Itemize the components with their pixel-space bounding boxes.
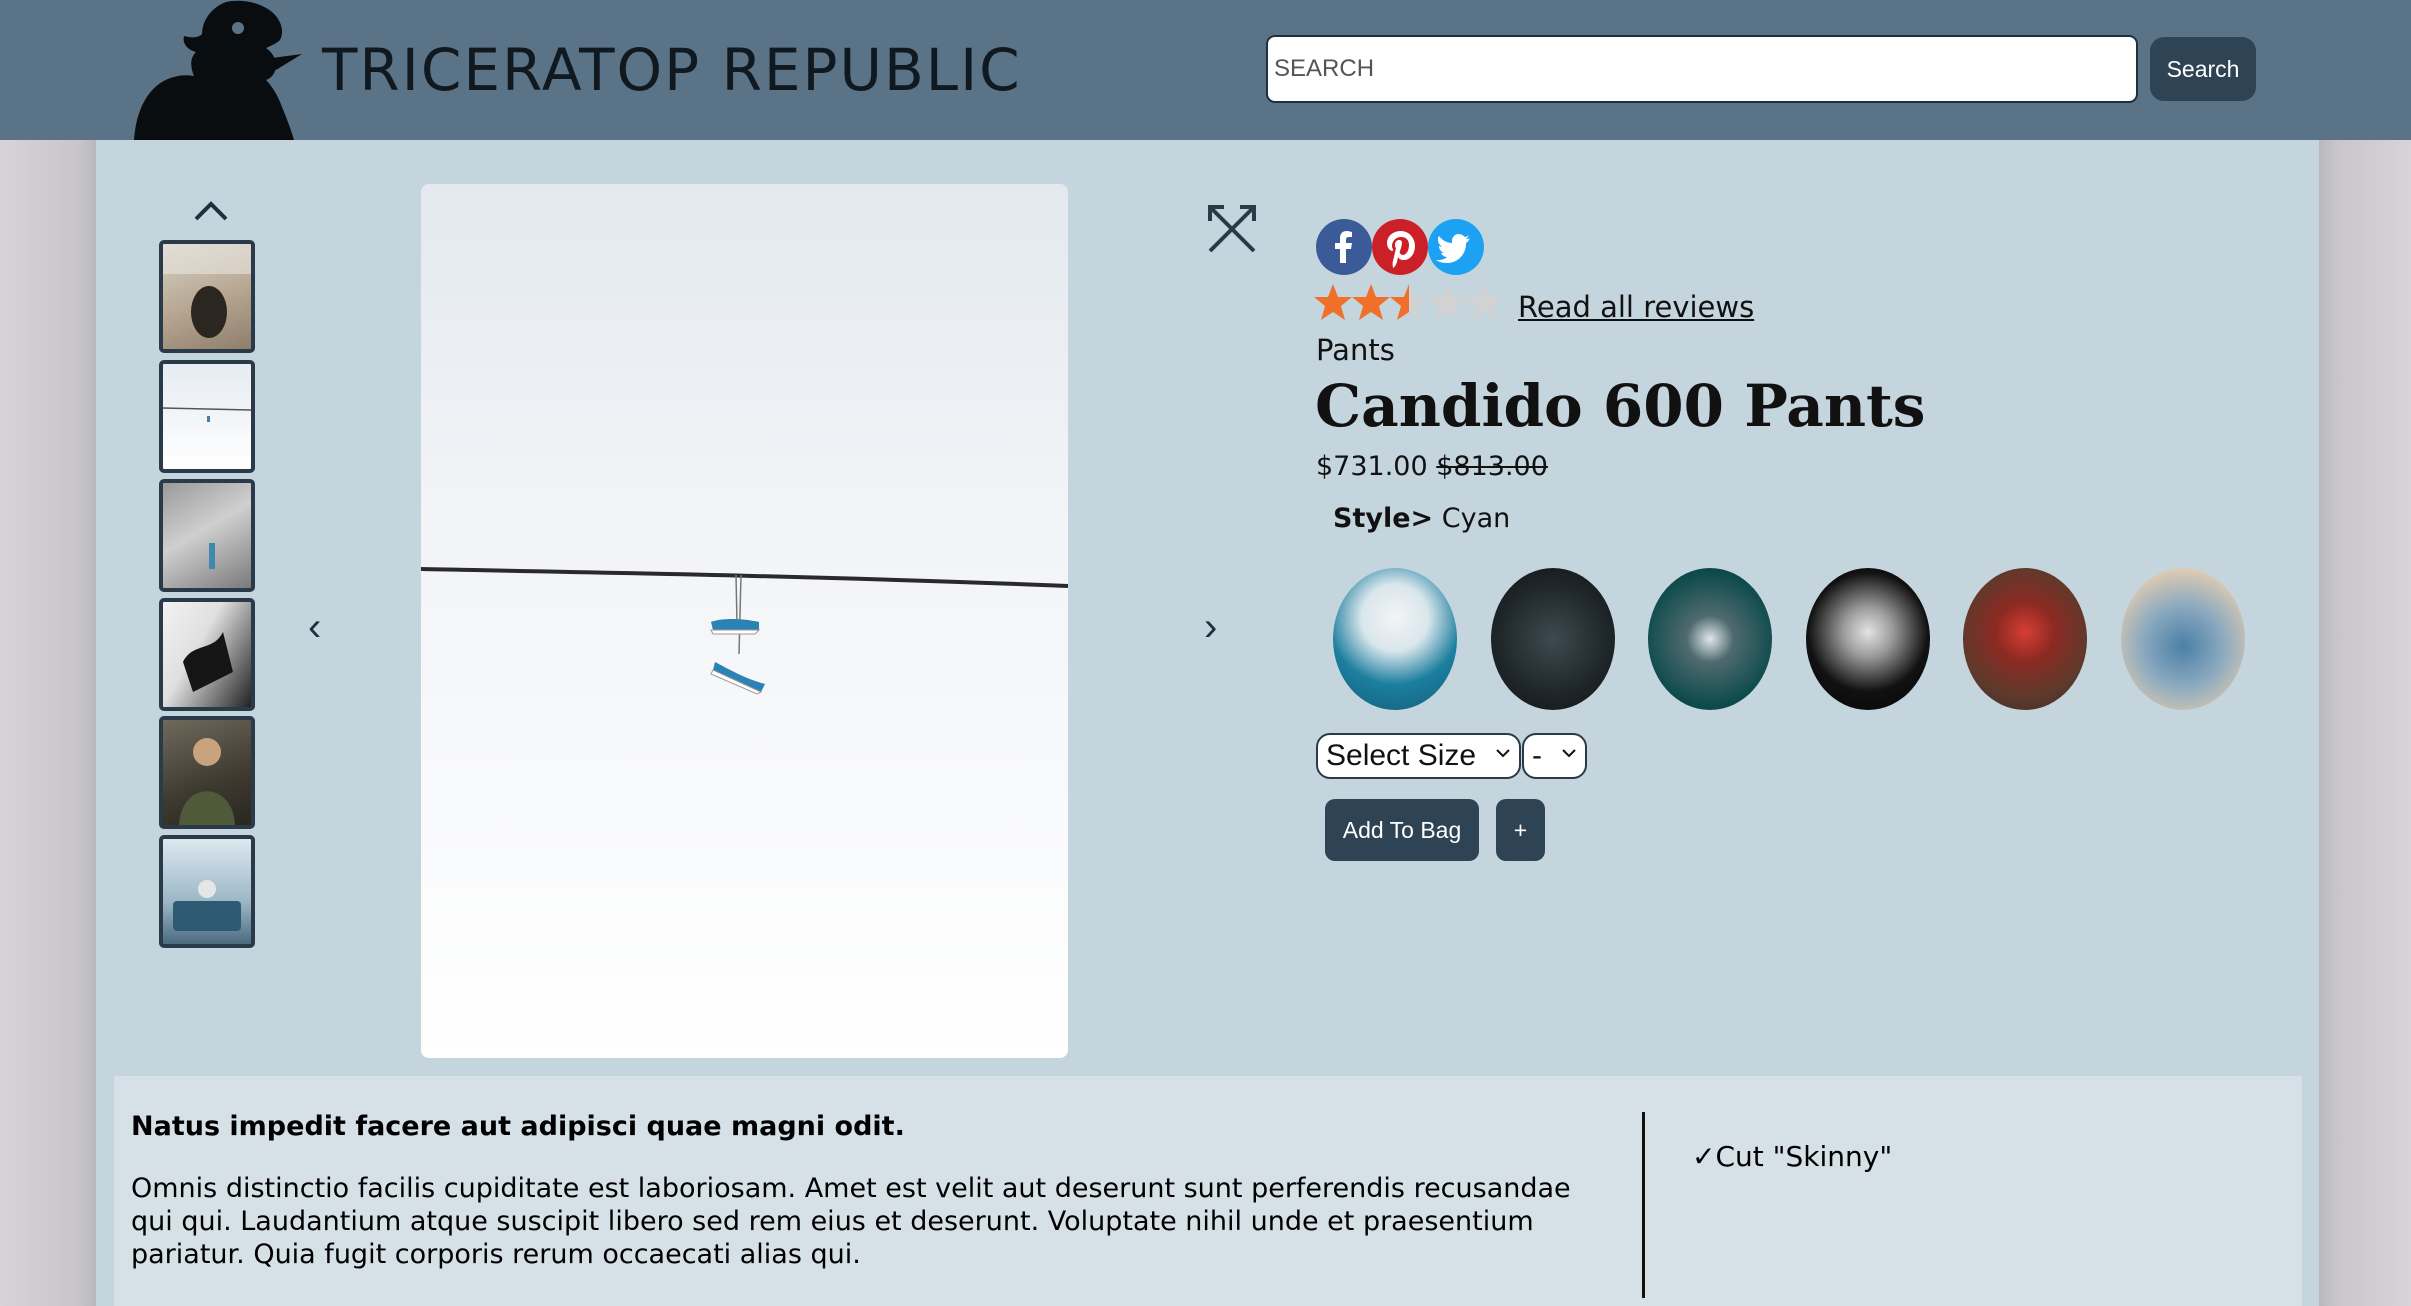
thumbnail-1[interactable] [159, 240, 255, 353]
main-product-image [421, 184, 1068, 1058]
read-reviews-link[interactable]: Read all reviews [1518, 290, 1754, 324]
search-input[interactable] [1266, 35, 2138, 103]
previous-image-button[interactable]: ‹ [308, 605, 321, 650]
next-image-button[interactable]: › [1204, 605, 1217, 650]
quantity-select[interactable]: - [1522, 733, 1587, 779]
site-header: TRICERATOP REPUBLIC Search [0, 0, 2411, 140]
brand-name[interactable]: TRICERATOP REPUBLIC [322, 36, 1022, 104]
add-to-bag-button[interactable]: Add To Bag [1325, 799, 1479, 861]
style-swatch-4[interactable] [1806, 568, 1930, 710]
twitter-icon[interactable] [1428, 219, 1484, 275]
thumbnail-3[interactable] [159, 479, 255, 592]
thumbnail-4[interactable] [159, 598, 255, 711]
star-rating [1314, 280, 1504, 324]
page-shadow-left [0, 140, 96, 1306]
description-body: Omnis distinctio facilis cupiditate est … [131, 1173, 1571, 1270]
description-heading: Natus impedit facere aut adipisci quae m… [131, 1111, 905, 1142]
feature-item: ✓Cut "Skinny" [1692, 1140, 1893, 1173]
product-title: Candido 600 Pants [1315, 372, 1926, 440]
pinterest-icon[interactable] [1372, 219, 1428, 275]
style-swatch-5[interactable] [1963, 568, 2087, 710]
thumbnail-6[interactable] [159, 835, 255, 948]
chevron-down-icon [1562, 749, 1576, 758]
expand-arrows-icon[interactable] [1206, 203, 1258, 255]
product-price: $731.00 $813.00 [1316, 451, 1548, 482]
add-to-outfit-button[interactable]: + [1496, 799, 1545, 861]
triceratops-logo-icon[interactable] [126, 0, 302, 140]
style-swatch-2[interactable] [1491, 568, 1615, 710]
description-divider [1642, 1112, 1645, 1298]
chevron-up-icon[interactable] [193, 195, 229, 225]
product-category: Pants [1316, 333, 1395, 367]
size-select-value: Select Size [1326, 739, 1477, 772]
page-shadow-right [2319, 140, 2411, 1306]
search-button[interactable]: Search [2150, 37, 2256, 101]
style-label: Style> [1333, 503, 1434, 534]
thumbnail-5[interactable] [159, 716, 255, 829]
chevron-down-icon [1496, 749, 1510, 758]
style-swatch-6[interactable] [2121, 568, 2245, 710]
sale-price: $731.00 [1316, 451, 1428, 482]
style-swatch-3[interactable] [1648, 568, 1772, 710]
facebook-icon[interactable] [1316, 219, 1372, 275]
style-swatch-cyan[interactable] [1333, 568, 1457, 710]
thumbnail-2[interactable] [159, 360, 255, 473]
style-selection: Style> Cyan [1333, 503, 1510, 534]
size-select[interactable]: Select Size [1316, 733, 1521, 779]
original-price: $813.00 [1436, 451, 1548, 482]
style-value: Cyan [1441, 503, 1511, 534]
quantity-select-value: - [1532, 739, 1542, 772]
